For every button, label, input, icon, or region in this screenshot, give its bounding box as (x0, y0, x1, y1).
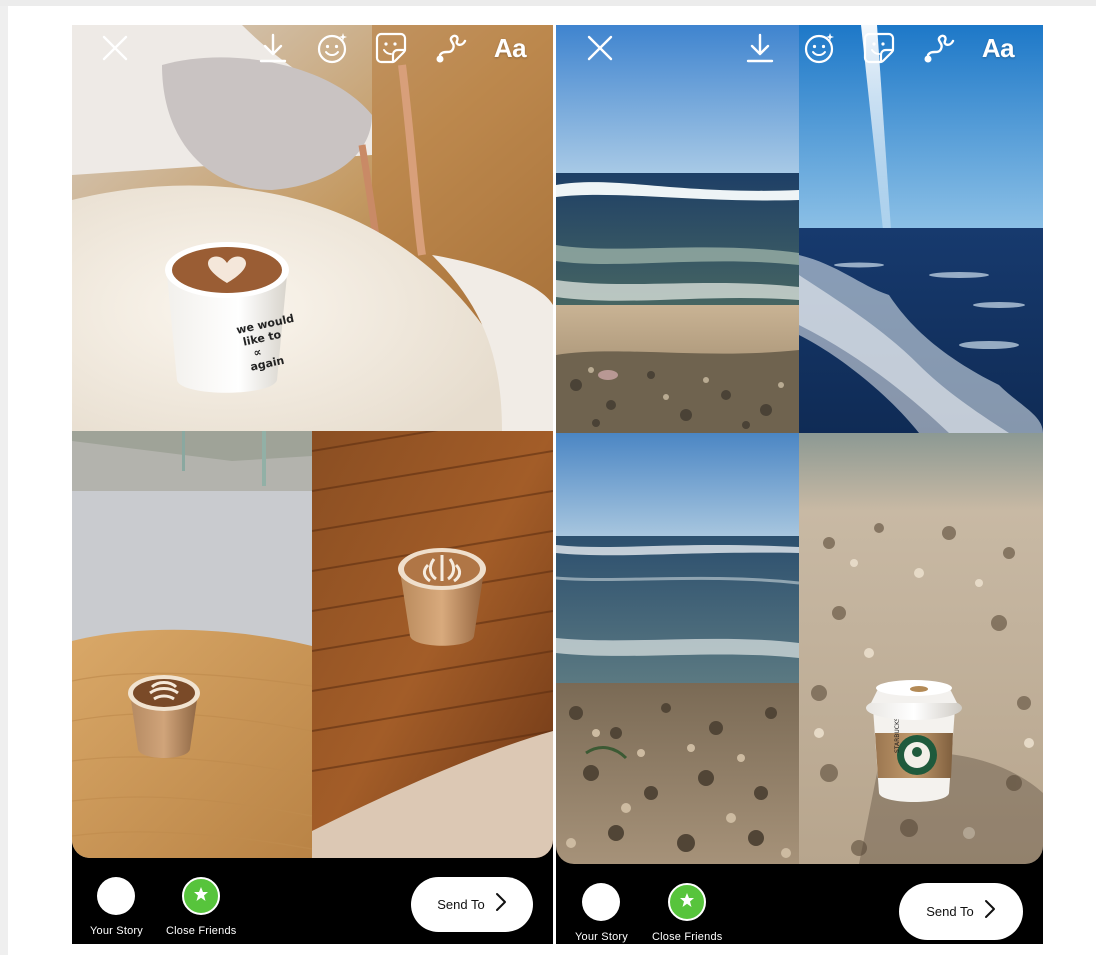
send-to-button[interactable]: Send To (411, 877, 533, 932)
text-tool-button[interactable]: Aa (976, 31, 1020, 65)
photo-collage: STARBUCKS (556, 25, 1043, 864)
send-to-label: Send To (926, 904, 974, 919)
close-friends-option[interactable]: Close Friends (652, 883, 722, 943)
face-effects-icon (316, 31, 350, 65)
svg-text:STARBUCKS: STARBUCKS (894, 717, 901, 753)
download-icon (259, 33, 287, 63)
close-icon (102, 35, 128, 61)
collage-photo-4[interactable]: STARBUCKS (799, 433, 1043, 864)
text-tool-button[interactable]: Aa (488, 31, 532, 65)
chevron-right-icon (495, 892, 507, 917)
draw-button[interactable] (431, 31, 471, 65)
close-friends-badge (182, 877, 221, 915)
your-story-avatar (582, 883, 621, 921)
collage-photo-3[interactable] (312, 431, 553, 858)
close-friends-option[interactable]: Close Friends (166, 877, 236, 937)
face-effects-button[interactable] (313, 31, 353, 65)
close-icon (587, 35, 613, 61)
close-button[interactable] (580, 31, 620, 65)
draw-icon (922, 31, 956, 65)
your-story-option[interactable]: Your Story (575, 883, 628, 943)
download-icon (746, 33, 774, 63)
sticker-button[interactable] (371, 31, 411, 65)
close-friends-label: Close Friends (166, 925, 237, 937)
send-to-button[interactable]: Send To (899, 883, 1023, 940)
send-to-label: Send To (437, 897, 485, 912)
sticker-icon (862, 31, 896, 65)
collage-photo-2[interactable] (799, 25, 1043, 433)
collage-photo-1[interactable] (556, 25, 799, 433)
window-left-strip (0, 6, 8, 955)
story-toolbar: Aa (72, 25, 553, 73)
close-friends-label: Close Friends (652, 931, 723, 943)
photo-collage: we would like to ∝ again (72, 25, 553, 858)
star-icon (679, 892, 695, 913)
face-effects-button[interactable] (800, 31, 840, 65)
text-tool-label: Aa (493, 32, 527, 63)
close-button[interactable] (95, 31, 135, 65)
face-effects-icon (803, 31, 837, 65)
your-story-label: Your Story (575, 931, 628, 943)
story-editor-left: we would like to ∝ again Aa Your Story C… (72, 25, 553, 944)
close-friends-badge (668, 883, 707, 921)
chevron-right-icon (984, 899, 996, 924)
sticker-icon (374, 31, 408, 65)
draw-icon (434, 31, 468, 65)
collage-photo-3[interactable] (556, 433, 799, 864)
window-top-strip (0, 0, 1096, 6)
your-story-option[interactable]: Your Story (90, 877, 143, 937)
collage-photo-2[interactable] (72, 431, 312, 858)
draw-button[interactable] (919, 31, 959, 65)
text-tool-label: Aa (981, 32, 1015, 63)
download-button[interactable] (253, 31, 293, 65)
your-story-label: Your Story (90, 925, 143, 937)
download-button[interactable] (740, 31, 780, 65)
sticker-button[interactable] (859, 31, 899, 65)
star-icon (193, 886, 209, 907)
story-toolbar: Aa (556, 25, 1043, 73)
collage-photo-1[interactable]: we would like to ∝ again (72, 25, 553, 431)
your-story-avatar (97, 877, 136, 915)
story-editor-right: STARBUCKS Aa Your Story Close Friends Se… (556, 25, 1043, 944)
